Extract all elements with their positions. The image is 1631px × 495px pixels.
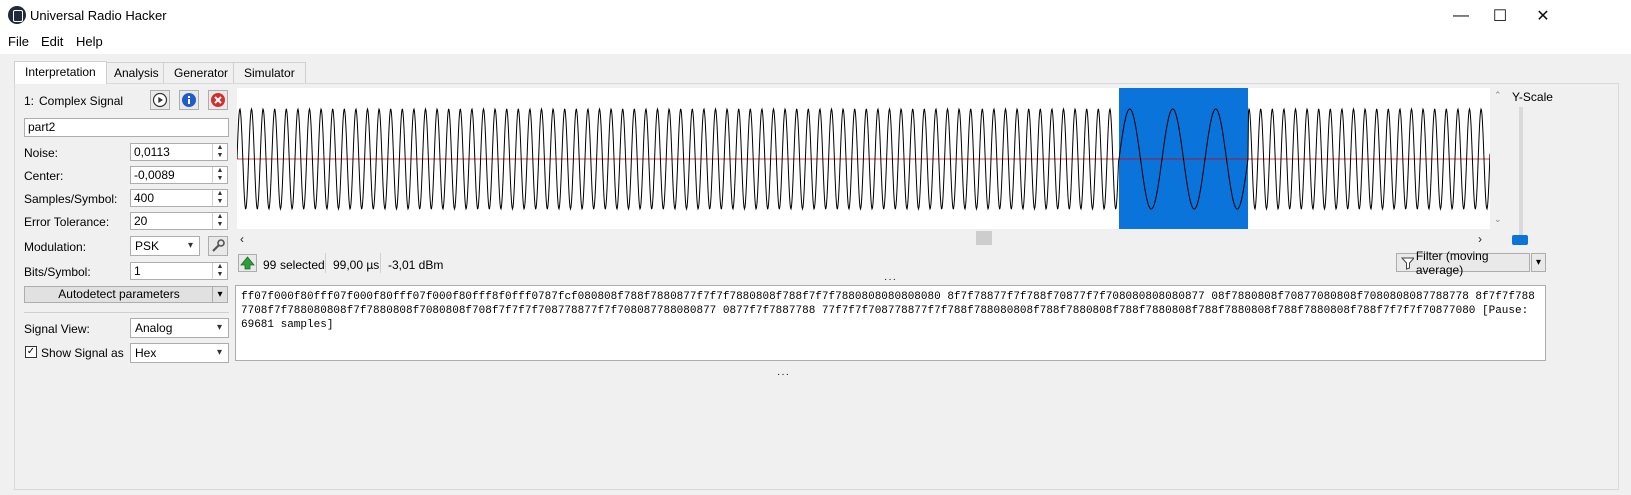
modulation-settings-button[interactable] <box>208 236 228 256</box>
close-signal-button[interactable] <box>208 90 228 110</box>
signal-view-value: Analog <box>135 321 173 335</box>
modulation-label: Modulation: <box>24 240 87 254</box>
selected-label: selected <box>280 258 325 272</box>
menu-file[interactable]: File <box>8 34 29 49</box>
scroll-right-icon[interactable]: › <box>1478 232 1482 246</box>
modulation-value: PSK <box>135 239 160 253</box>
tab-analysis[interactable]: Analysis <box>103 62 170 84</box>
divider <box>24 312 229 313</box>
samples-per-symbol-value: 400 <box>134 191 155 205</box>
spin-arrows-icon[interactable]: ▲ ▼ <box>212 190 227 206</box>
noise-label: Noise: <box>24 146 59 160</box>
filter-button[interactable]: Filter (moving average) <box>1396 249 1530 277</box>
filter-dropdown-chevron-icon[interactable]: ▾ <box>1531 253 1546 272</box>
bits-per-symbol-label: Bits/Symbol: <box>24 265 91 279</box>
wrench-icon <box>212 239 225 252</box>
signal-name: Complex Signal <box>39 94 124 108</box>
signal-name-input[interactable]: part2 <box>24 118 229 137</box>
scroll-left-icon[interactable]: ‹ <box>240 232 244 246</box>
y-scale-slider-handle[interactable] <box>1512 235 1528 245</box>
error-tolerance-spinbox[interactable]: 20 ▲ ▼ <box>130 212 228 230</box>
play-signal-button[interactable] <box>150 90 170 110</box>
filter-label: Filter (moving average) <box>1415 248 1489 277</box>
app-logo-icon <box>8 6 26 24</box>
tab-generator[interactable]: Generator <box>163 62 240 84</box>
hex-text: ff07f000f80fff07f000f80fff07f000f80fff8f… <box>241 291 1535 331</box>
tab-simulator[interactable]: Simulator <box>233 62 306 84</box>
menu-help[interactable]: Help <box>76 34 103 49</box>
splitter-handle-icon[interactable]: ··· <box>884 274 897 285</box>
noise-value: 0,0113 <box>134 145 170 159</box>
horizontal-scroll-thumb[interactable] <box>976 231 992 245</box>
samples-per-symbol-spinbox[interactable]: 400 ▲ ▼ <box>130 189 228 207</box>
noise-spinbox[interactable]: 0,0113 ▲ ▼ <box>130 143 228 161</box>
divider <box>380 253 381 273</box>
signal-hex-output[interactable]: ff07f000f80fff07f000f80fff07f000f80fff8f… <box>235 285 1546 361</box>
show-signal-as-value: Hex <box>135 346 157 360</box>
spin-arrows-icon[interactable]: ▲ ▼ <box>212 213 227 229</box>
show-signal-as-select[interactable]: Hex ▾ <box>130 343 229 363</box>
y-scale-slider-track[interactable] <box>1519 107 1523 237</box>
autodetect-label: Autodetect parameters <box>58 287 180 301</box>
spin-arrows-icon[interactable]: ▲ ▼ <box>212 167 227 183</box>
error-tolerance-value: 20 <box>134 214 148 228</box>
bits-per-symbol-value: 1 <box>134 264 141 278</box>
signal-view-select[interactable]: Analog ▾ <box>130 318 229 338</box>
selected-count: 99 <box>263 258 277 272</box>
error-tolerance-label: Error Tolerance: <box>24 215 110 229</box>
filter-icon <box>1401 257 1414 270</box>
selection-power: -3,01 dBm <box>388 258 444 272</box>
modulation-select[interactable]: PSK ▾ <box>130 236 200 256</box>
selection-duration: 99,00 µs <box>333 258 380 272</box>
title-bar <box>0 0 1631 32</box>
chevron-down-icon[interactable]: ▾ <box>212 287 227 302</box>
spin-arrows-icon[interactable]: ▲ ▼ <box>212 263 227 279</box>
window-title: Universal Radio Hacker <box>30 8 167 23</box>
arrow-up-icon <box>240 256 255 270</box>
autodetect-button[interactable]: Autodetect parameters ▾ <box>24 286 228 303</box>
show-signal-as-label: Show Signal as <box>41 346 124 360</box>
spin-arrows-icon[interactable]: ▲ ▼ <box>212 144 227 160</box>
signal-index: 1: <box>24 94 35 108</box>
signal-view-label: Signal View: <box>24 322 90 336</box>
crop-selection-button[interactable] <box>238 254 257 272</box>
scroll-down-icon[interactable]: ⌄ <box>1494 214 1502 225</box>
center-label: Center: <box>24 169 64 183</box>
waveform-graphic <box>237 107 1490 211</box>
info-icon <box>182 93 196 107</box>
close-button[interactable]: ✕ <box>1520 0 1566 32</box>
maximize-button[interactable]: ☐ <box>1477 0 1523 32</box>
bits-per-symbol-spinbox[interactable]: 1 ▲ ▼ <box>130 262 228 280</box>
menu-bar <box>0 32 1631 54</box>
show-signal-checkbox[interactable]: ✓ <box>25 346 37 358</box>
menu-edit[interactable]: Edit <box>41 34 63 49</box>
y-scale-label: Y-Scale <box>1512 90 1553 104</box>
chevron-down-icon: ▾ <box>216 347 222 358</box>
close-circle-icon <box>211 93 225 107</box>
chevron-down-icon: ▾ <box>216 322 222 333</box>
play-icon <box>152 92 168 108</box>
signal-info-button[interactable] <box>179 90 199 110</box>
center-value: -0,0089 <box>134 168 175 182</box>
samples-per-symbol-label: Samples/Symbol: <box>24 192 118 206</box>
chevron-down-icon: ▾ <box>187 240 193 251</box>
scroll-up-icon[interactable]: ⌃ <box>1494 90 1502 101</box>
splitter-handle-icon[interactable]: ··· <box>777 369 790 380</box>
center-spinbox[interactable]: -0,0089 ▲ ▼ <box>130 166 228 184</box>
divider <box>325 253 326 273</box>
tab-interpretation[interactable]: Interpretation <box>14 61 107 84</box>
